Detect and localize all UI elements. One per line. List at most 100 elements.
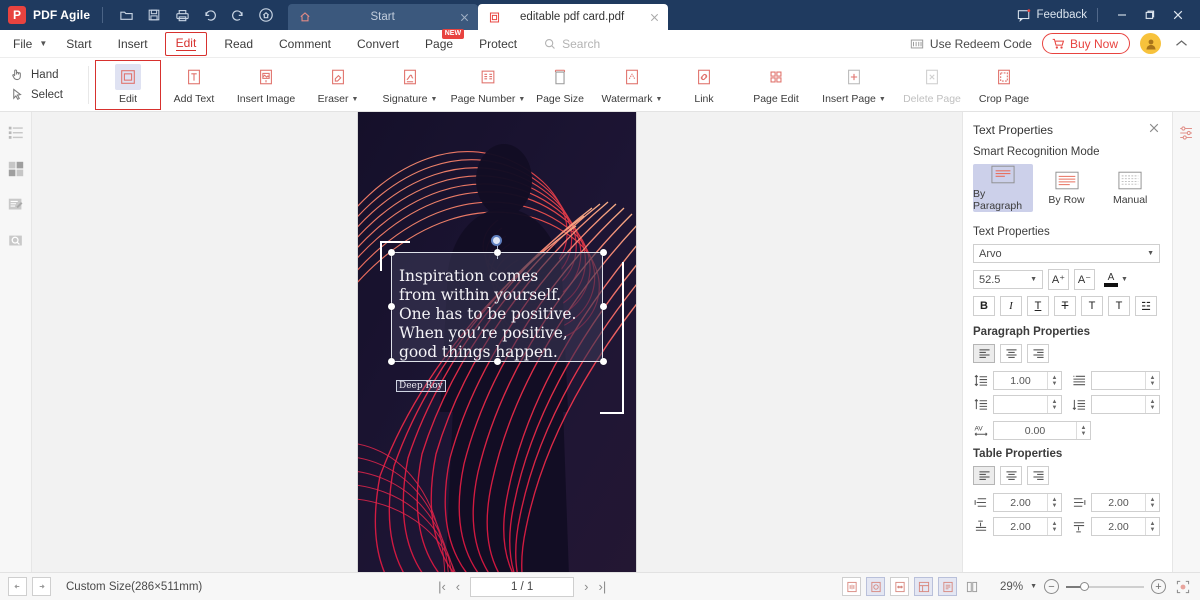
table-align-center-button[interactable]: [1000, 466, 1022, 485]
quote-author[interactable]: Deep Roy: [396, 380, 446, 392]
tool-add-text[interactable]: Add Text: [161, 60, 227, 110]
resize-handle-middle-left[interactable]: [388, 303, 395, 310]
sidebar-search-button[interactable]: [5, 230, 27, 252]
tool-page-number[interactable]: Page Number ▼: [449, 60, 527, 110]
tool-link[interactable]: Link: [671, 60, 737, 110]
last-page-button[interactable]: ›|: [598, 579, 606, 594]
undo-icon[interactable]: [197, 2, 223, 28]
mode-manual[interactable]: Manual: [1100, 164, 1160, 212]
view-split-horizontal-button[interactable]: [914, 577, 934, 596]
first-line-indent-input[interactable]: ▲ ▼: [1091, 371, 1160, 390]
zoom-slider-knob[interactable]: [1080, 582, 1089, 591]
pdf-page[interactable]: Inspiration comes from within yourself. …: [358, 112, 636, 572]
cell-padding-top-input[interactable]: 2.00 ▲ ▼: [993, 517, 1062, 536]
cell-padding-left-field[interactable]: 2.00 ▲ ▼: [973, 493, 1062, 512]
cell-padding-left-input[interactable]: 2.00 ▲ ▼: [993, 493, 1062, 512]
tool-watermark[interactable]: Watermark ▼: [593, 60, 671, 110]
document-canvas[interactable]: Inspiration comes from within yourself. …: [32, 112, 962, 572]
tool-page-size[interactable]: Page Size: [527, 60, 593, 110]
previous-page-size-button[interactable]: [8, 577, 27, 596]
clear-format-button[interactable]: ☳: [1135, 296, 1157, 316]
redo-icon[interactable]: [225, 2, 251, 28]
close-icon[interactable]: [649, 12, 660, 23]
cell-padding-right-input[interactable]: 2.00 ▲ ▼: [1091, 493, 1160, 512]
minimize-button[interactable]: [1108, 4, 1136, 26]
print-icon[interactable]: [169, 2, 195, 28]
view-two-page-button[interactable]: [962, 577, 981, 596]
select-tool-button[interactable]: Select: [10, 87, 82, 102]
tool-crop-page[interactable]: Crop Page: [971, 60, 1037, 110]
resize-handle-bottom-left[interactable]: [388, 358, 395, 365]
fit-page-button[interactable]: [1173, 577, 1192, 596]
tab-editable-pdf-card[interactable]: editable pdf card.pdf: [478, 4, 669, 30]
cell-padding-right-field[interactable]: 2.00 ▲ ▼: [1071, 493, 1160, 512]
increase-font-size-button[interactable]: A⁺: [1048, 269, 1069, 290]
menu-item-edit[interactable]: Edit: [164, 31, 208, 56]
zoom-slider[interactable]: [1066, 581, 1144, 593]
tab-start[interactable]: Start: [288, 4, 479, 30]
tool-eraser[interactable]: Eraser ▼: [305, 60, 371, 110]
cell-padding-bottom-stepper[interactable]: ▲ ▼: [1145, 518, 1159, 535]
first-line-indent-stepper[interactable]: ▲ ▼: [1145, 372, 1159, 389]
character-spacing-input[interactable]: 0.00 ▲ ▼: [993, 421, 1091, 440]
hand-tool-button[interactable]: Hand: [10, 67, 82, 82]
line-spacing-field[interactable]: 1.00 ▲ ▼: [973, 371, 1062, 390]
italic-button[interactable]: I: [1000, 296, 1022, 316]
search-input[interactable]: Search: [544, 37, 600, 51]
table-align-right-button[interactable]: [1027, 466, 1049, 485]
buy-now-button[interactable]: Buy Now: [1041, 33, 1130, 54]
sidebar-bookmarks-button[interactable]: [5, 122, 27, 144]
first-page-button[interactable]: |‹: [438, 579, 446, 594]
collapse-ribbon-button[interactable]: [1171, 37, 1192, 51]
menu-item-protect[interactable]: Protect: [466, 30, 530, 58]
user-avatar[interactable]: [1140, 33, 1161, 54]
rotate-handle[interactable]: [491, 235, 502, 246]
view-single-page-button[interactable]: [842, 577, 862, 596]
align-right-button[interactable]: [1027, 344, 1049, 363]
menu-item-file[interactable]: File ▼: [0, 30, 53, 58]
sidebar-annotations-button[interactable]: [5, 194, 27, 216]
underline-button[interactable]: T: [1027, 296, 1049, 316]
subscript-button[interactable]: T: [1108, 296, 1130, 316]
cell-padding-top-field[interactable]: 2.00 ▲ ▼: [973, 517, 1062, 536]
view-reading-button[interactable]: [938, 577, 958, 596]
space-before-field[interactable]: ▲ ▼: [973, 395, 1062, 414]
menu-item-read[interactable]: Read: [211, 30, 266, 58]
close-icon[interactable]: [459, 12, 470, 23]
line-spacing-input[interactable]: 1.00 ▲ ▼: [993, 371, 1062, 390]
align-center-button[interactable]: [1000, 344, 1022, 363]
strikethrough-button[interactable]: T: [1054, 296, 1076, 316]
panel-close-button[interactable]: [1148, 122, 1160, 137]
cell-padding-right-stepper[interactable]: ▲ ▼: [1145, 494, 1159, 511]
character-spacing-stepper[interactable]: ▲ ▼: [1076, 422, 1090, 439]
resize-handle-top-right[interactable]: [600, 249, 607, 256]
menu-item-comment[interactable]: Comment: [266, 30, 344, 58]
font-color-button[interactable]: A ▼: [1104, 272, 1128, 287]
mode-by-paragraph[interactable]: By Paragraph: [973, 164, 1033, 212]
line-spacing-stepper[interactable]: ▲ ▼: [1047, 372, 1061, 389]
space-after-input[interactable]: ▲ ▼: [1091, 395, 1160, 414]
menu-item-convert[interactable]: Convert: [344, 30, 412, 58]
resize-handle-top-center[interactable]: [494, 249, 501, 256]
tool-insert-page[interactable]: Insert Page ▼: [815, 60, 893, 110]
next-page-button[interactable]: ›: [584, 579, 588, 594]
page-number-input[interactable]: 1 / 1: [470, 576, 575, 597]
tool-edit[interactable]: Edit: [95, 59, 161, 110]
cell-padding-top-stepper[interactable]: ▲ ▼: [1047, 518, 1061, 535]
view-facing-button[interactable]: [890, 577, 910, 596]
properties-sliders-button[interactable]: [1176, 122, 1198, 144]
space-after-stepper[interactable]: ▲ ▼: [1145, 396, 1159, 413]
tool-page-edit[interactable]: Page Edit: [737, 60, 815, 110]
save-icon[interactable]: [141, 2, 167, 28]
next-page-size-button[interactable]: [32, 577, 51, 596]
first-line-indent-field[interactable]: ▲ ▼: [1071, 371, 1160, 390]
resize-handle-top-left[interactable]: [388, 249, 395, 256]
cell-padding-left-stepper[interactable]: ▲ ▼: [1047, 494, 1061, 511]
font-size-select[interactable]: 52.5 ▼: [973, 270, 1043, 289]
sidebar-thumbnails-button[interactable]: [5, 158, 27, 180]
feedback-button[interactable]: Feedback: [1017, 8, 1087, 22]
menu-item-insert[interactable]: Insert: [105, 30, 161, 58]
zoom-value[interactable]: 29%: [1000, 581, 1023, 593]
menu-item-page[interactable]: Page NEW: [412, 28, 466, 58]
home-icon[interactable]: [253, 2, 279, 28]
